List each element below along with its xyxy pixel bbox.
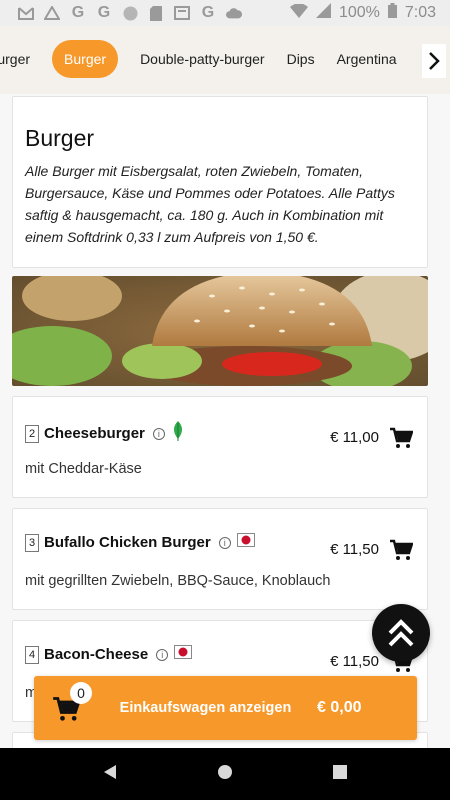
category-intro-card: Burger Alle Burger mit Eisbergsalat, rot… bbox=[12, 96, 428, 268]
google-icon: G bbox=[97, 4, 111, 21]
circle-icon bbox=[122, 5, 138, 21]
item-number: 2 bbox=[25, 424, 39, 443]
chevron-right-icon bbox=[429, 52, 440, 70]
item-number: 4 bbox=[25, 645, 39, 664]
category-title: Burger bbox=[25, 125, 95, 151]
menu-item-card[interactable]: 3 Bufallo Chicken Burger i € 11,50 mit g… bbox=[12, 508, 428, 610]
sd-card-icon bbox=[148, 5, 164, 21]
info-icon[interactable]: i bbox=[152, 427, 165, 440]
battery-percent: 100% bbox=[338, 4, 380, 21]
add-to-cart-icon[interactable] bbox=[389, 427, 414, 454]
drive-icon bbox=[44, 5, 60, 21]
add-to-cart-icon[interactable] bbox=[389, 539, 414, 566]
wifi-icon bbox=[289, 2, 308, 23]
notification-icons: G G G bbox=[18, 4, 242, 21]
category-description: Alle Burger mit Eisbergsalat, roten Zwie… bbox=[25, 163, 395, 245]
recents-icon[interactable] bbox=[333, 764, 347, 784]
category-bar: Burger Burger Double-patty-burger Dips A… bbox=[0, 26, 450, 94]
category-tab-dips[interactable]: Dips bbox=[287, 41, 315, 77]
system-nav-bar bbox=[0, 748, 450, 800]
item-price: € 11,50 bbox=[330, 653, 379, 670]
cart-count-badge: 0 bbox=[70, 682, 92, 704]
google-icon: G bbox=[71, 4, 85, 21]
leaf-icon bbox=[171, 421, 185, 446]
item-name: Bufallo Chicken Burger bbox=[44, 534, 211, 551]
status-bar: G G G 100% 7:03 bbox=[0, 0, 450, 26]
gmail-icon bbox=[18, 5, 34, 21]
info-icon[interactable]: i bbox=[218, 536, 231, 549]
battery-icon bbox=[387, 3, 397, 23]
cloud-icon bbox=[226, 5, 242, 21]
menu-item-header: 4 Bacon-Cheese i bbox=[25, 645, 193, 664]
cart-icon-container: 0 bbox=[34, 676, 94, 740]
news-icon bbox=[174, 5, 190, 21]
cart-total: € 0,00 bbox=[317, 699, 362, 716]
item-price: € 11,00 bbox=[330, 429, 379, 446]
item-description: mit gegrillten Zwiebeln, BBQ-Sauce, Knob… bbox=[25, 573, 331, 589]
red-dot-icon bbox=[236, 533, 255, 552]
item-description: mit Cheddar-Käse bbox=[25, 461, 142, 477]
double-chevron-up-icon bbox=[388, 619, 414, 647]
category-next-button[interactable] bbox=[422, 44, 446, 78]
back-icon[interactable] bbox=[103, 764, 117, 785]
category-tabs: Burger Burger Double-patty-burger Dips A… bbox=[0, 40, 397, 78]
cart-label: Einkaufswagen anzeigen bbox=[119, 700, 292, 716]
home-icon[interactable] bbox=[217, 764, 233, 785]
signal-icon bbox=[315, 3, 331, 23]
item-number: 3 bbox=[25, 533, 39, 552]
item-name: Cheeseburger bbox=[44, 425, 145, 442]
item-price: € 11,50 bbox=[330, 541, 379, 558]
red-dot-icon bbox=[174, 645, 193, 664]
scroll-to-top-button[interactable] bbox=[372, 604, 430, 662]
category-tab-burger[interactable]: Burger bbox=[0, 41, 30, 77]
category-tab-double-patty-burger[interactable]: Double-patty-burger bbox=[140, 41, 265, 77]
category-tab-burger-active[interactable]: Burger bbox=[52, 40, 119, 78]
burger-image bbox=[12, 276, 428, 386]
menu-item-header: 3 Bufallo Chicken Burger i bbox=[25, 533, 255, 552]
system-icons: 100% 7:03 bbox=[289, 2, 436, 23]
google-icon: G bbox=[201, 4, 215, 21]
view-cart-button[interactable]: 0 Einkaufswagen anzeigen € 0,00 bbox=[34, 676, 417, 740]
item-name: Bacon-Cheese bbox=[44, 646, 149, 663]
menu-item-header: 2 Cheeseburger i bbox=[25, 421, 185, 446]
category-tab-argentina[interactable]: Argentina bbox=[337, 41, 397, 77]
info-icon[interactable]: i bbox=[156, 648, 169, 661]
menu-item-card[interactable]: 2 Cheeseburger i € 11,00 mit Cheddar-Käs… bbox=[12, 396, 428, 498]
clock: 7:03 bbox=[404, 4, 436, 21]
